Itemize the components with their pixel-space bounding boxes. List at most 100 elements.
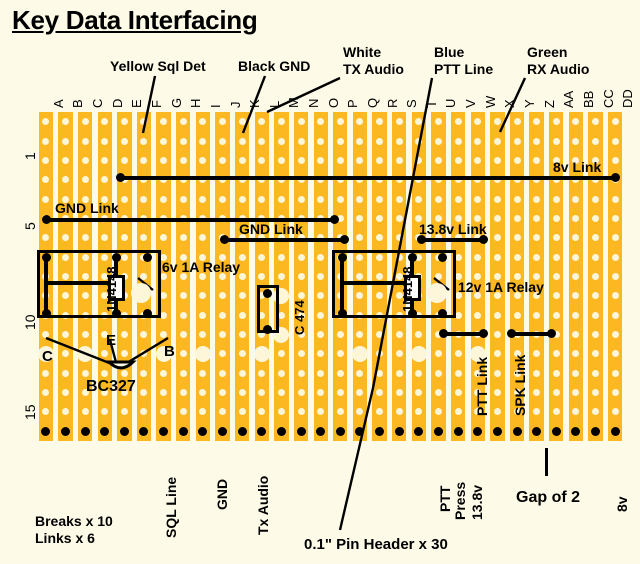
link-label-gnd-2: GND Link (239, 221, 303, 237)
board-hole (179, 137, 187, 145)
board-hole (493, 137, 501, 145)
board-hole (533, 137, 541, 145)
wire-gnd-link-2 (224, 238, 344, 242)
board-hole (552, 195, 560, 203)
board-hole (81, 137, 89, 145)
board-hole (434, 195, 442, 203)
board-hole (160, 137, 168, 145)
transistor-label-bc327: BC327 (86, 378, 136, 395)
header-pad (610, 426, 620, 436)
board-hole (592, 214, 600, 222)
header-pad (335, 426, 345, 436)
board-hole (493, 253, 501, 261)
board-hole (395, 195, 403, 203)
board-hole (277, 273, 285, 280)
wire-spk-link (511, 332, 551, 336)
column-label-H: H (188, 98, 204, 108)
board-hole (395, 156, 403, 164)
board-hole (297, 292, 305, 300)
board-hole (611, 214, 619, 222)
board-hole (238, 311, 246, 319)
board-hole (238, 137, 246, 145)
relay-12v-pad (438, 253, 447, 262)
capacitor-pad (263, 325, 272, 334)
diagram-canvas: Key Data Interfacing Yellow Sql Det Blac… (0, 0, 640, 564)
board-hole (277, 195, 285, 203)
board-hole (592, 369, 600, 377)
transistor-pin-b: B (164, 343, 175, 360)
column-label-E: E (129, 99, 145, 108)
relay-6v-pad (143, 309, 152, 318)
board-hole (611, 273, 619, 280)
board-hole (120, 195, 128, 203)
board-hole (101, 137, 109, 145)
column-label-M: M (286, 97, 302, 108)
wire-dot (547, 329, 556, 338)
board-hole (493, 156, 501, 164)
board-hole (179, 389, 187, 397)
board-hole (611, 292, 619, 300)
board-hole (395, 234, 403, 242)
link-label-ptt: PTT Link (474, 356, 490, 416)
board-hole (219, 195, 227, 203)
board-hole (297, 156, 305, 164)
bottom-label-sql-line: SQL Line (163, 476, 179, 538)
relay-6v-label: 6v 1A Relay (162, 259, 241, 275)
board-hole (160, 311, 168, 319)
board-hole (81, 118, 89, 126)
page-title: Key Data Interfacing (12, 5, 258, 35)
board-hole (179, 118, 187, 126)
board-hole (356, 137, 364, 145)
board-hole (317, 195, 325, 203)
column-label-U: U (443, 98, 459, 108)
callout-black-gnd: Black GND (238, 58, 311, 74)
wire-dot (439, 329, 448, 338)
header-pad (532, 426, 542, 436)
link-label-13-8v: 13.8v Link (419, 221, 487, 237)
header-pad (512, 426, 522, 436)
board-hole (61, 137, 69, 145)
callout-blue-label: Blue (434, 44, 465, 60)
board-hole (336, 156, 344, 164)
header-pad (551, 426, 561, 436)
board-hole (434, 137, 442, 145)
track-break (351, 345, 368, 362)
board-hole (160, 369, 168, 377)
header-pad (296, 426, 306, 436)
board-hole (277, 389, 285, 397)
board-hole (120, 331, 128, 339)
link-label-8v: 8v Link (553, 159, 602, 175)
relay-12v-label: 12v 1A Relay (458, 279, 544, 295)
board-hole (317, 253, 325, 261)
board-hole (219, 137, 227, 145)
board-hole (179, 195, 187, 203)
board-hole (454, 156, 462, 164)
board-hole (395, 214, 403, 222)
row-label-1: 1 (22, 152, 38, 160)
board-hole (238, 118, 246, 126)
column-label-DD: DD (620, 89, 636, 108)
column-label-B: B (70, 99, 86, 108)
board-hole (533, 253, 541, 261)
wire-dot (330, 215, 339, 224)
board-hole (61, 156, 69, 164)
wire-dot (507, 329, 516, 338)
board-hole (533, 369, 541, 377)
column-label-T: T (423, 100, 439, 108)
board-hole (297, 137, 305, 145)
board-hole (120, 156, 128, 164)
relay-12v-pad (438, 309, 447, 318)
board-hole (199, 137, 207, 145)
capacitor-label: C 474 (292, 300, 307, 335)
board-hole (533, 311, 541, 319)
header-pad (394, 426, 404, 436)
board-hole (611, 137, 619, 145)
column-label-K: K (247, 99, 263, 108)
column-label-O: O (325, 97, 341, 108)
board-hole (179, 311, 187, 319)
board-hole (238, 331, 246, 339)
board-hole (552, 253, 560, 261)
header-pad (591, 426, 601, 436)
board-hole (277, 253, 285, 261)
board-hole (395, 137, 403, 145)
